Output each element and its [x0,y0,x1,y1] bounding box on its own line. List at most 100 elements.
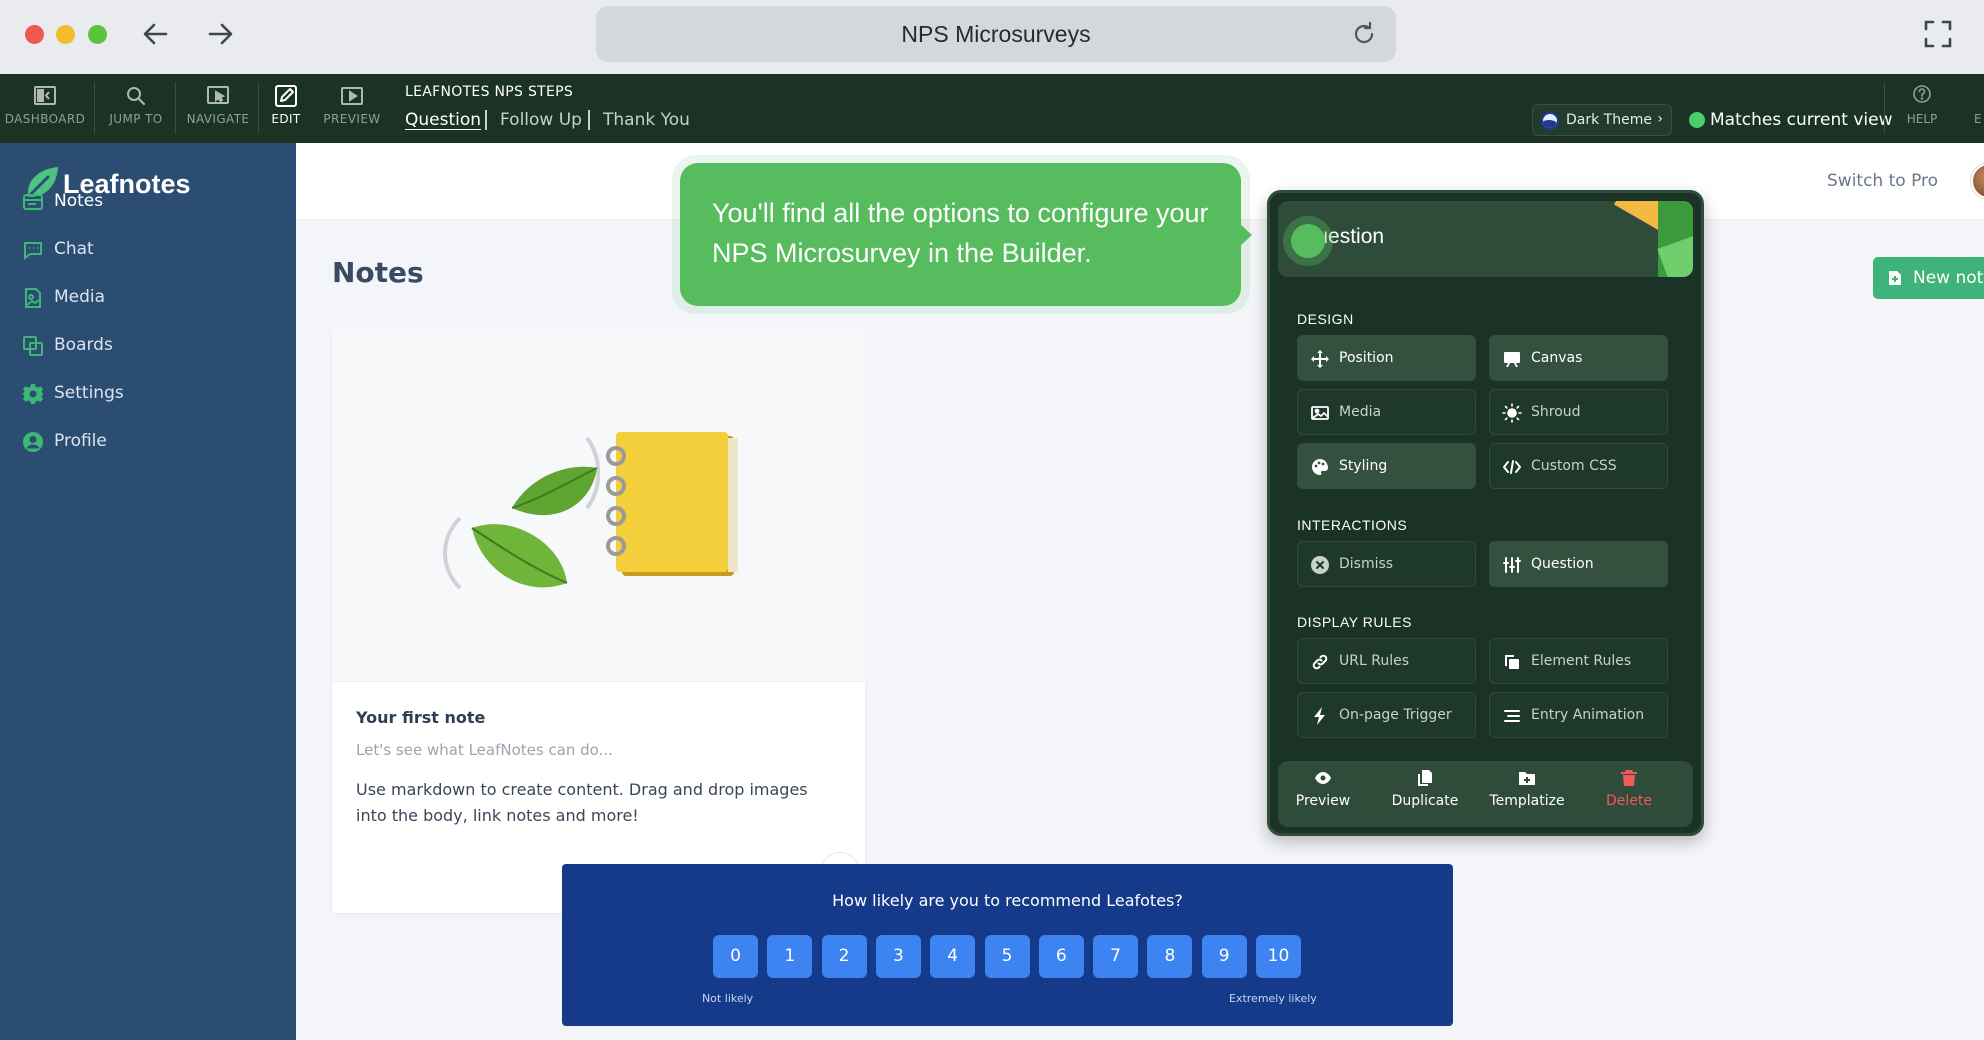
editor-toolbar: DASHBOARD JUMP TO NAVIGATE EDIT PREVIEW … [0,74,1984,143]
help-button[interactable]: HELP [1884,74,1960,143]
button-label: Entry Animation [1531,707,1645,723]
address-bar[interactable]: NPS Microsurveys [596,6,1396,62]
canvas-button[interactable]: Canvas [1489,335,1668,381]
forward-arrow-icon[interactable] [200,14,240,54]
sidebar-item-notes[interactable]: Notes [22,187,272,217]
profile-icon [23,432,43,452]
folder-plus-icon [1519,772,1535,785]
steps-heading: LEAFNOTES NPS STEPS [405,84,574,100]
close-window-button[interactable] [25,25,44,44]
styling-button[interactable]: Styling [1297,443,1476,489]
sidebar-item-profile[interactable]: Profile [22,427,272,457]
play-icon [341,87,363,105]
duplicate-button[interactable]: Duplicate [1380,769,1470,809]
step-thank-you[interactable]: Thank You [603,110,690,130]
button-label: Shroud [1531,404,1581,420]
edit-icon [275,85,297,107]
window-title: NPS Microsurveys [901,21,1091,47]
sliders-icon [1503,557,1521,573]
nps-score-button[interactable]: 1 [767,935,813,978]
help-label: HELP [1906,112,1938,126]
step-divider [588,110,590,130]
status-dot-icon [1689,112,1705,128]
button-label: Canvas [1531,350,1583,366]
reload-icon[interactable] [1350,20,1378,48]
nps-score-button[interactable]: 0 [713,935,758,978]
position-button[interactable]: Position [1297,335,1476,381]
sidebar-item-media[interactable]: Media [22,283,272,313]
custom-css-button[interactable]: Custom CSS [1489,443,1668,489]
duplicate-icon [1418,770,1432,786]
footer-label: Templatize [1489,793,1565,809]
url-rules-button[interactable]: URL Rules [1297,638,1476,684]
theme-selector[interactable]: Dark Theme › [1532,104,1672,136]
templatize-button[interactable]: Templatize [1482,769,1572,809]
note-title: Your first note [356,708,486,727]
section-label-interactions: INTERACTIONS [1297,517,1408,533]
sidebar-item-label: Boards [54,335,113,355]
sidebar-item-boards[interactable]: Boards [22,331,272,361]
nps-score-button[interactable]: 8 [1147,935,1193,978]
shroud-button[interactable]: Shroud [1489,389,1668,435]
nps-score-button[interactable]: 2 [821,935,867,978]
nps-score-button[interactable]: 7 [1093,935,1139,978]
truncated-tool-label: E [1974,112,1982,126]
fullscreen-icon[interactable] [1922,18,1954,50]
on-page-trigger-button[interactable]: On-page Trigger [1297,692,1476,738]
cursor-icon [207,86,229,104]
tool-preview[interactable]: PREVIEW [307,74,397,143]
step-follow-up[interactable]: Follow Up [500,110,582,130]
new-note-button[interactable]: New note [1873,257,1984,299]
delete-button[interactable]: Delete [1584,769,1674,809]
note-card[interactable]: Your first note Let's see what LeafNotes… [332,328,865,913]
builder-header: Question [1278,201,1693,277]
chat-icon [24,242,42,261]
notebook-pages [728,438,738,572]
nps-score-button[interactable]: 6 [1038,935,1084,978]
maximize-window-button[interactable] [88,25,107,44]
element-rules-button[interactable]: Element Rules [1489,638,1668,684]
button-label: URL Rules [1339,653,1409,669]
button-label: Styling [1339,458,1388,474]
sidebar-item-label: Chat [54,239,94,259]
nps-score-button[interactable]: 4 [930,935,976,978]
nps-survey: How likely are you to recommend Leafotes… [562,864,1453,1026]
new-note-label: New note [1913,268,1984,288]
back-arrow-icon[interactable] [136,14,176,54]
nps-score-button[interactable]: 5 [984,935,1030,978]
tooltip-pointer [1240,224,1252,246]
tool-jump-to[interactable]: JUMP TO [91,74,181,143]
nps-score-button[interactable]: 10 [1256,935,1301,978]
tool-dashboard[interactable]: DASHBOARD [0,74,90,143]
builder-footer: Preview Duplicate Templatize Delete [1278,761,1693,827]
bolt-icon [1314,707,1325,725]
nps-score-button[interactable]: 9 [1201,935,1247,978]
notes-icon [23,194,43,210]
note-subtitle: Let's see what LeafNotes can do... [356,741,613,759]
sidebar-item-settings[interactable]: Settings [22,379,272,409]
chevron-right-icon: › [1657,111,1663,127]
question-button[interactable]: Question [1489,541,1668,587]
search-icon [127,87,145,105]
media-button[interactable]: Media [1297,389,1476,435]
dismiss-button[interactable]: Dismiss [1297,541,1476,587]
theme-label: Dark Theme [1566,112,1652,128]
tooltip-bubble: You'll find all the options to configure… [680,163,1241,306]
beacon-dot[interactable] [1291,224,1325,258]
button-label: Element Rules [1531,653,1632,669]
sun-icon [1502,403,1522,423]
notebook-cover [616,432,728,572]
switch-to-pro-link[interactable]: Switch to Pro [1827,171,1938,191]
preview-button[interactable]: Preview [1278,769,1368,809]
entry-animation-button[interactable]: Entry Animation [1489,692,1668,738]
sidebar-item-chat[interactable]: Chat [22,235,272,265]
minimize-window-button[interactable] [56,25,75,44]
gear-icon [22,384,44,404]
step-question[interactable]: Question [405,110,481,130]
button-label: Dismiss [1339,556,1394,572]
copy-icon [1505,655,1519,669]
image-icon [1311,406,1329,420]
move-icon [1311,350,1329,368]
swoosh-mark [443,516,462,590]
nps-score-button[interactable]: 3 [875,935,921,978]
